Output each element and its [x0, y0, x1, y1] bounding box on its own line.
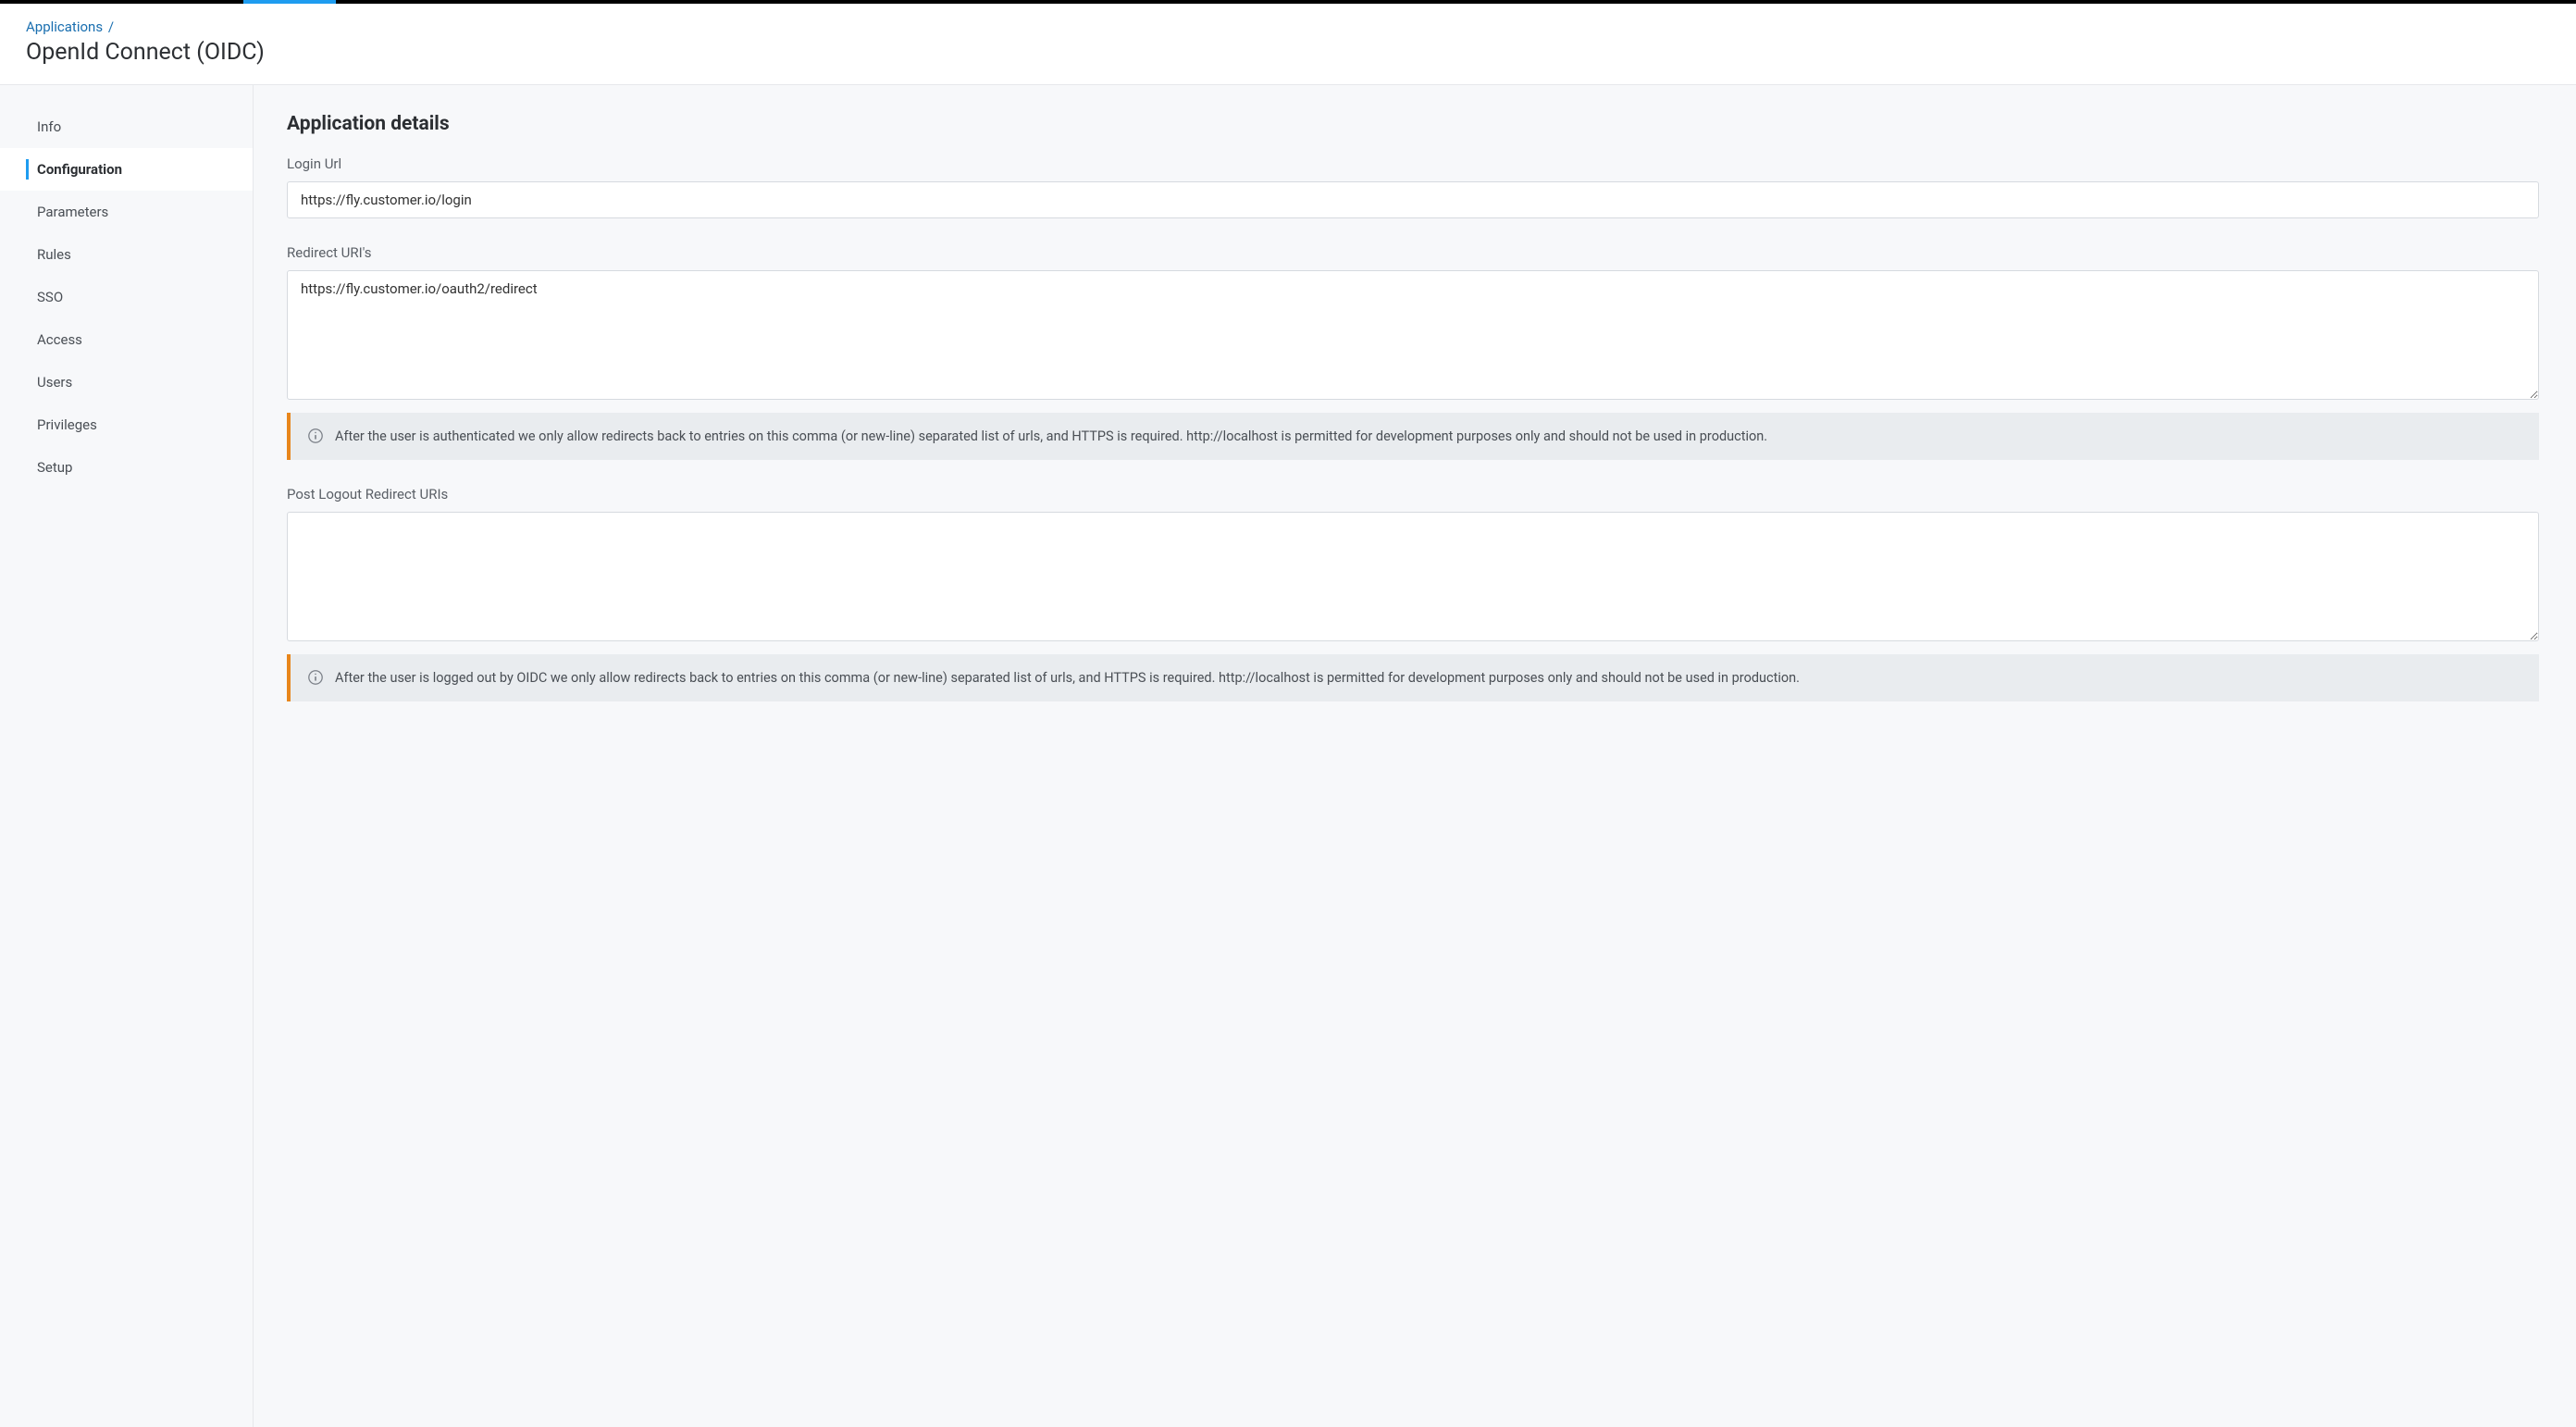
post-logout-uris-info-banner: After the user is logged out by OIDC we … — [287, 654, 2539, 701]
post-logout-uris-field-group: Post Logout Redirect URIs After the user… — [287, 486, 2539, 701]
sidebar-item-rules[interactable]: Rules — [0, 233, 253, 276]
sidebar-item-configuration[interactable]: Configuration — [0, 148, 253, 191]
main-content: Application details Login Url Redirect U… — [254, 85, 2576, 1427]
sidebar-item-access[interactable]: Access — [0, 318, 253, 361]
top-loading-bar — [0, 0, 2576, 4]
page-title: OpenId Connect (OIDC) — [26, 39, 2550, 66]
login-url-input[interactable] — [287, 181, 2539, 218]
info-icon — [307, 428, 324, 444]
post-logout-uris-info-text: After the user is logged out by OIDC we … — [335, 667, 2522, 689]
info-icon — [307, 669, 324, 686]
redirect-uris-label: Redirect URI's — [287, 244, 2539, 261]
sidebar: Info Configuration Parameters Rules SSO … — [0, 85, 254, 1427]
breadcrumb-parent-link[interactable]: Applications — [26, 19, 103, 35]
sidebar-item-parameters[interactable]: Parameters — [0, 191, 253, 233]
breadcrumb: Applications / — [26, 19, 2550, 35]
sidebar-item-info[interactable]: Info — [0, 105, 253, 148]
sidebar-item-users[interactable]: Users — [0, 361, 253, 403]
page-header: Applications / OpenId Connect (OIDC) — [0, 4, 2576, 85]
redirect-uris-textarea[interactable] — [287, 270, 2539, 400]
breadcrumb-separator: / — [108, 19, 114, 35]
sidebar-item-privileges[interactable]: Privileges — [0, 403, 253, 446]
sidebar-item-setup[interactable]: Setup — [0, 446, 253, 489]
post-logout-uris-label: Post Logout Redirect URIs — [287, 486, 2539, 503]
redirect-uris-field-group: Redirect URI's After the user is authent… — [287, 244, 2539, 460]
redirect-uris-info-text: After the user is authenticated we only … — [335, 426, 2522, 447]
redirect-uris-info-banner: After the user is authenticated we only … — [287, 413, 2539, 460]
section-title: Application details — [287, 113, 2539, 135]
top-loading-accent — [243, 0, 336, 4]
login-url-label: Login Url — [287, 155, 2539, 172]
login-url-field-group: Login Url — [287, 155, 2539, 218]
post-logout-uris-textarea[interactable] — [287, 512, 2539, 641]
sidebar-item-sso[interactable]: SSO — [0, 276, 253, 318]
